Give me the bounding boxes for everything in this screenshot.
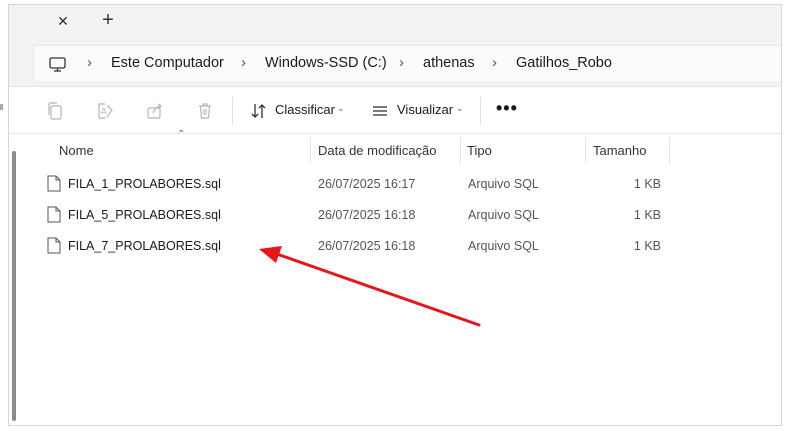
column-divider[interactable] [669,137,670,163]
view-icon[interactable] [370,101,390,121]
copy-icon[interactable] [45,101,65,121]
column-header-type[interactable]: Tipo [467,135,492,165]
table-row[interactable]: FILA_1_PROLABORES.sql 26/07/2025 16:17 A… [9,169,781,199]
column-divider[interactable] [310,137,311,163]
breadcrumb-item-drive[interactable]: Windows-SSD (C:) [265,55,387,71]
file-explorer-window: ✕ + › Este Computador › Windows-SSD (C:)… [8,4,782,426]
table-row[interactable]: FILA_7_PROLABORES.sql 26/07/2025 16:18 A… [9,231,781,261]
file-type: Arquivo SQL [468,208,539,222]
close-icon[interactable]: ✕ [53,11,73,31]
rename-icon[interactable]: A [95,101,115,121]
file-date: 26/07/2025 16:17 [318,177,416,191]
pane-edge [0,104,3,110]
column-divider[interactable] [585,137,586,163]
file-date: 26/07/2025 16:18 [318,208,416,222]
chevron-right-icon: › [241,54,246,71]
view-button[interactable]: Visualizar [397,102,453,117]
file-name[interactable]: FILA_1_PROLABORES.sql [68,177,221,191]
column-divider[interactable] [460,137,461,163]
address-bar: › Este Computador › Windows-SSD (C:) › a… [9,37,781,87]
command-bar: A Classificar ⌄ Visualizar ⌄ ••• [9,88,781,134]
breadcrumb-item-gatilhos-robo[interactable]: Gatilhos_Robo [516,55,612,71]
file-size: 1 KB [633,239,661,253]
breadcrumb[interactable]: › Este Computador › Windows-SSD (C:) › a… [33,45,781,81]
file-list: ⌃ Nome Data de modificação Tipo Tamanho … [9,129,781,425]
toolbar-divider [480,97,481,125]
breadcrumb-item-computer[interactable]: Este Computador [111,55,224,71]
file-type: Arquivo SQL [468,239,539,253]
delete-icon[interactable] [195,101,215,121]
chevron-right-icon: › [87,54,92,71]
chevron-right-icon: › [492,54,497,71]
column-header-size[interactable]: Tamanho [593,135,646,165]
file-date: 26/07/2025 16:18 [318,239,416,253]
chevron-down-icon: ⌄ [456,103,464,113]
file-name[interactable]: FILA_7_PROLABORES.sql [68,239,221,253]
toolbar-divider [232,97,233,125]
file-name[interactable]: FILA_5_PROLABORES.sql [68,208,221,222]
file-icon [47,237,61,254]
plus-icon[interactable]: + [97,9,119,31]
sort-ascending-icon: ⌃ [177,129,186,140]
file-type: Arquivo SQL [468,177,539,191]
more-options-button[interactable]: ••• [496,98,518,119]
column-header-date[interactable]: Data de modificação [318,135,437,165]
svg-text:A: A [101,107,107,116]
column-header-name[interactable]: Nome [59,135,94,165]
breadcrumb-item-athenas[interactable]: athenas [423,55,475,71]
file-size: 1 KB [633,177,661,191]
sort-icon[interactable] [249,101,269,121]
sort-button[interactable]: Classificar [275,102,335,117]
file-icon [47,206,61,223]
table-row[interactable]: FILA_5_PROLABORES.sql 26/07/2025 16:18 A… [9,200,781,230]
chevron-down-icon: ⌄ [337,103,345,113]
tab-strip: ✕ + [9,5,781,37]
file-size: 1 KB [633,208,661,222]
share-icon[interactable] [145,101,165,121]
file-icon [47,175,61,192]
computer-icon [49,57,66,72]
chevron-right-icon: › [399,54,404,71]
